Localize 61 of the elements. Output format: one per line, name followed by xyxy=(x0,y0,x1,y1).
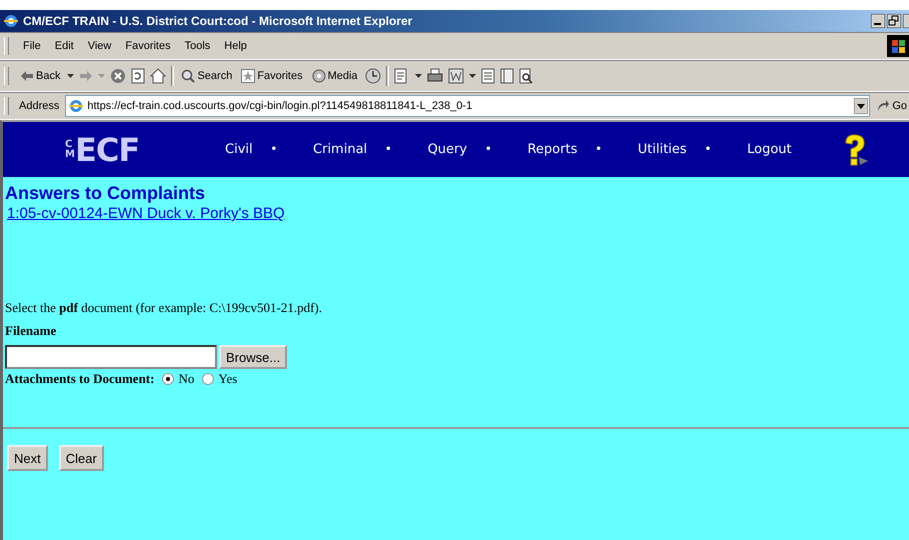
media-button[interactable]: Media xyxy=(310,67,360,85)
browse-button[interactable]: Browse... xyxy=(219,345,288,369)
nav-menu-item[interactable]: Query xyxy=(428,142,468,157)
search-icon xyxy=(181,69,196,83)
radio-button[interactable] xyxy=(162,373,174,385)
star-icon xyxy=(241,69,256,83)
bullet-separator: • xyxy=(704,144,712,155)
print-icon[interactable] xyxy=(426,68,443,84)
notebook-icon[interactable] xyxy=(500,68,514,84)
form-button[interactable]: Next xyxy=(7,445,48,471)
search-button[interactable]: Search xyxy=(179,67,234,85)
minimize-icon[interactable] xyxy=(871,14,885,28)
nav-menu-item[interactable]: Utilities xyxy=(638,142,687,157)
dropdown-caret-icon[interactable] xyxy=(67,74,74,78)
bullet-separator: • xyxy=(595,144,602,155)
menu-item[interactable]: View xyxy=(84,40,116,52)
nav-menu-item[interactable]: Civil xyxy=(225,142,253,157)
dropdown-caret-icon[interactable] xyxy=(414,74,422,78)
menu-item[interactable]: Tools xyxy=(180,40,214,52)
address-label: Address xyxy=(19,100,60,112)
filename-field[interactable] xyxy=(5,345,217,369)
nav-menu-item[interactable]: Criminal xyxy=(313,142,368,157)
browser-icon xyxy=(3,13,19,29)
refresh-icon[interactable] xyxy=(131,68,146,84)
back-button[interactable]: Back xyxy=(18,68,62,84)
radio-label[interactable]: Yes xyxy=(218,371,238,387)
form-button[interactable]: Clear xyxy=(58,445,104,471)
radio-button[interactable] xyxy=(202,373,214,385)
back-arrow-icon xyxy=(20,70,34,82)
maximize-icon[interactable] xyxy=(887,14,901,28)
bullet-separator: • xyxy=(385,144,392,155)
windows-logo-icon xyxy=(887,33,909,59)
page-icon xyxy=(68,98,84,114)
history-icon[interactable] xyxy=(364,68,381,84)
window-title: CM/ECF TRAIN - U.S. District Court:cod - Microsoft Internet Explorer xyxy=(23,14,412,28)
menu-item[interactable]: File xyxy=(19,40,45,52)
instruction-text: Select the pdf document (for example: C:\199cv501-21.pdf). xyxy=(5,300,322,316)
media-icon xyxy=(312,69,326,83)
menu-item[interactable]: Favorites xyxy=(121,40,175,52)
bullet-separator: • xyxy=(485,144,492,155)
attachments-label: Attachments to Document: xyxy=(5,371,154,387)
go-arrow-icon xyxy=(876,99,890,113)
go-button[interactable]: Go xyxy=(876,99,909,113)
nav-menu-item[interactable]: Reports xyxy=(527,142,578,157)
home-icon[interactable] xyxy=(150,68,166,84)
dropdown-arrow-icon[interactable] xyxy=(854,98,868,114)
favorites-button[interactable]: Favorites xyxy=(239,67,305,85)
case-link[interactable]: 1:05-cv-00124-EWN Duck v. Porky's BBQ xyxy=(7,205,285,222)
stop-icon[interactable] xyxy=(110,68,126,84)
bullet-separator: • xyxy=(270,144,278,155)
filename-label: Filename xyxy=(5,323,56,339)
nav-menu-item[interactable]: Logout xyxy=(747,142,792,157)
radio-label[interactable]: No xyxy=(178,371,194,387)
preview-icon[interactable] xyxy=(518,68,533,84)
edit-icon[interactable] xyxy=(448,68,464,84)
document-icon[interactable] xyxy=(480,68,495,84)
page-heading: Answers to Complaints xyxy=(5,183,206,204)
menu-item[interactable]: Help xyxy=(220,40,251,52)
dropdown-caret-icon[interactable] xyxy=(468,74,476,78)
address-field[interactable]: https://ecf-train.cod.uscourts.gov/cgi-bin/login.pl?114549818811841-L_238_0-1 xyxy=(65,95,870,117)
menu-item[interactable]: Edit xyxy=(50,40,78,52)
